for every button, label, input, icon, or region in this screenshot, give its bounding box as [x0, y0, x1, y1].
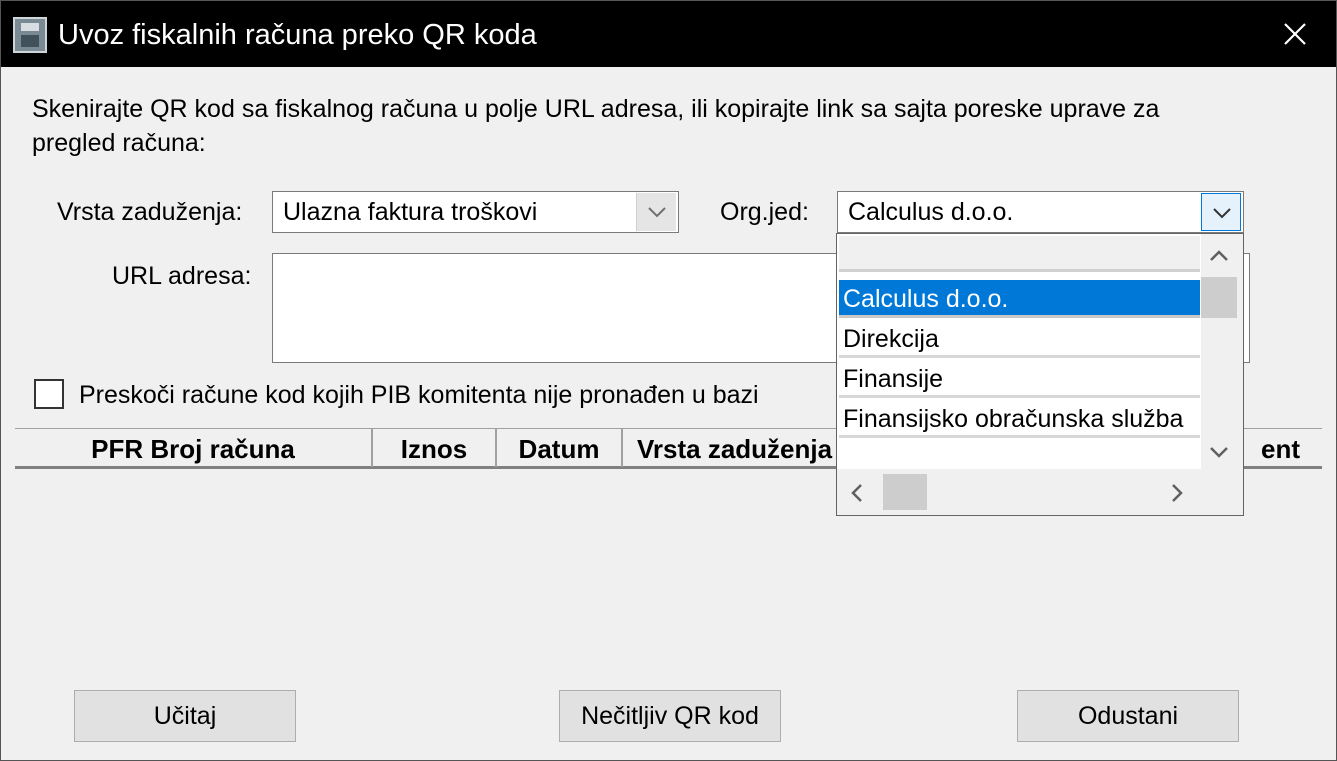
- column-datum[interactable]: Datum: [497, 429, 623, 467]
- preskoci-checkbox[interactable]: [34, 379, 64, 409]
- column-iznos[interactable]: Iznos: [373, 429, 497, 467]
- column-pfr-broj-racuna[interactable]: PFR Broj računa: [15, 429, 373, 467]
- org-jed-dropdown-list[interactable]: Calculus d.o.o. Direkcija Finansije Fina…: [836, 233, 1244, 516]
- window-title: Uvoz fiskalnih računa preko QR koda: [58, 19, 537, 51]
- necitljiv-qr-kod-button[interactable]: Nečitljiv QR kod: [559, 690, 781, 742]
- chevron-down-icon: [1213, 208, 1231, 219]
- dropdown-item-direkcija[interactable]: Direkcija: [839, 320, 1200, 358]
- close-button[interactable]: [1252, 1, 1336, 67]
- close-icon: [1284, 23, 1306, 45]
- scroll-up-icon[interactable]: [1209, 250, 1229, 262]
- scroll-down-icon[interactable]: [1209, 446, 1229, 458]
- org-jed-dropdown-button[interactable]: [1201, 193, 1241, 231]
- vrsta-zaduzenja-label: Vrsta zaduženja:: [57, 198, 243, 226]
- org-jed-label: Org.jed:: [720, 198, 809, 226]
- odustani-button[interactable]: Odustani: [1017, 690, 1239, 742]
- title-bar[interactable]: Uvoz fiskalnih računa preko QR koda: [1, 1, 1336, 67]
- scroll-right-icon[interactable]: [1171, 483, 1183, 503]
- org-jed-combo[interactable]: Calculus d.o.o.: [837, 191, 1244, 233]
- instructions-text-line2: pregled računa:: [32, 129, 206, 157]
- dropdown-empty-item[interactable]: [839, 236, 1200, 272]
- scroll-left-icon[interactable]: [851, 483, 863, 503]
- instructions-text: Skenirajte QR kod sa fiskalnog računa u …: [32, 95, 1160, 123]
- vrsta-zaduzenja-value: Ulazna faktura troškovi: [283, 198, 538, 226]
- vertical-scroll-thumb[interactable]: [1201, 277, 1237, 318]
- dropdown-vertical-scrollbar[interactable]: [1201, 234, 1243, 469]
- dropdown-item-calculus[interactable]: Calculus d.o.o.: [839, 280, 1200, 318]
- dropdown-horizontal-scrollbar[interactable]: [837, 469, 1243, 515]
- vrsta-zaduzenja-combo[interactable]: Ulazna faktura troškovi: [272, 191, 679, 233]
- preskoci-checkbox-label: Preskoči račune kod kojih PIB komitenta …: [79, 381, 759, 409]
- dropdown-item-finansijsko-obracunska[interactable]: Finansijsko obračunska služba: [839, 400, 1200, 438]
- dropdown-item-finansije[interactable]: Finansije: [839, 360, 1200, 398]
- vrsta-zaduzenja-dropdown-button[interactable]: [636, 193, 676, 231]
- url-adresa-label: URL adresa:: [112, 262, 252, 290]
- import-dialog: Uvoz fiskalnih računa preko QR koda Sken…: [0, 0, 1337, 761]
- ucitaj-button[interactable]: Učitaj: [74, 690, 296, 742]
- app-icon: [13, 17, 47, 53]
- horizontal-scroll-thumb[interactable]: [883, 474, 927, 510]
- org-jed-value: Calculus d.o.o.: [848, 198, 1014, 226]
- chevron-down-icon: [648, 207, 666, 218]
